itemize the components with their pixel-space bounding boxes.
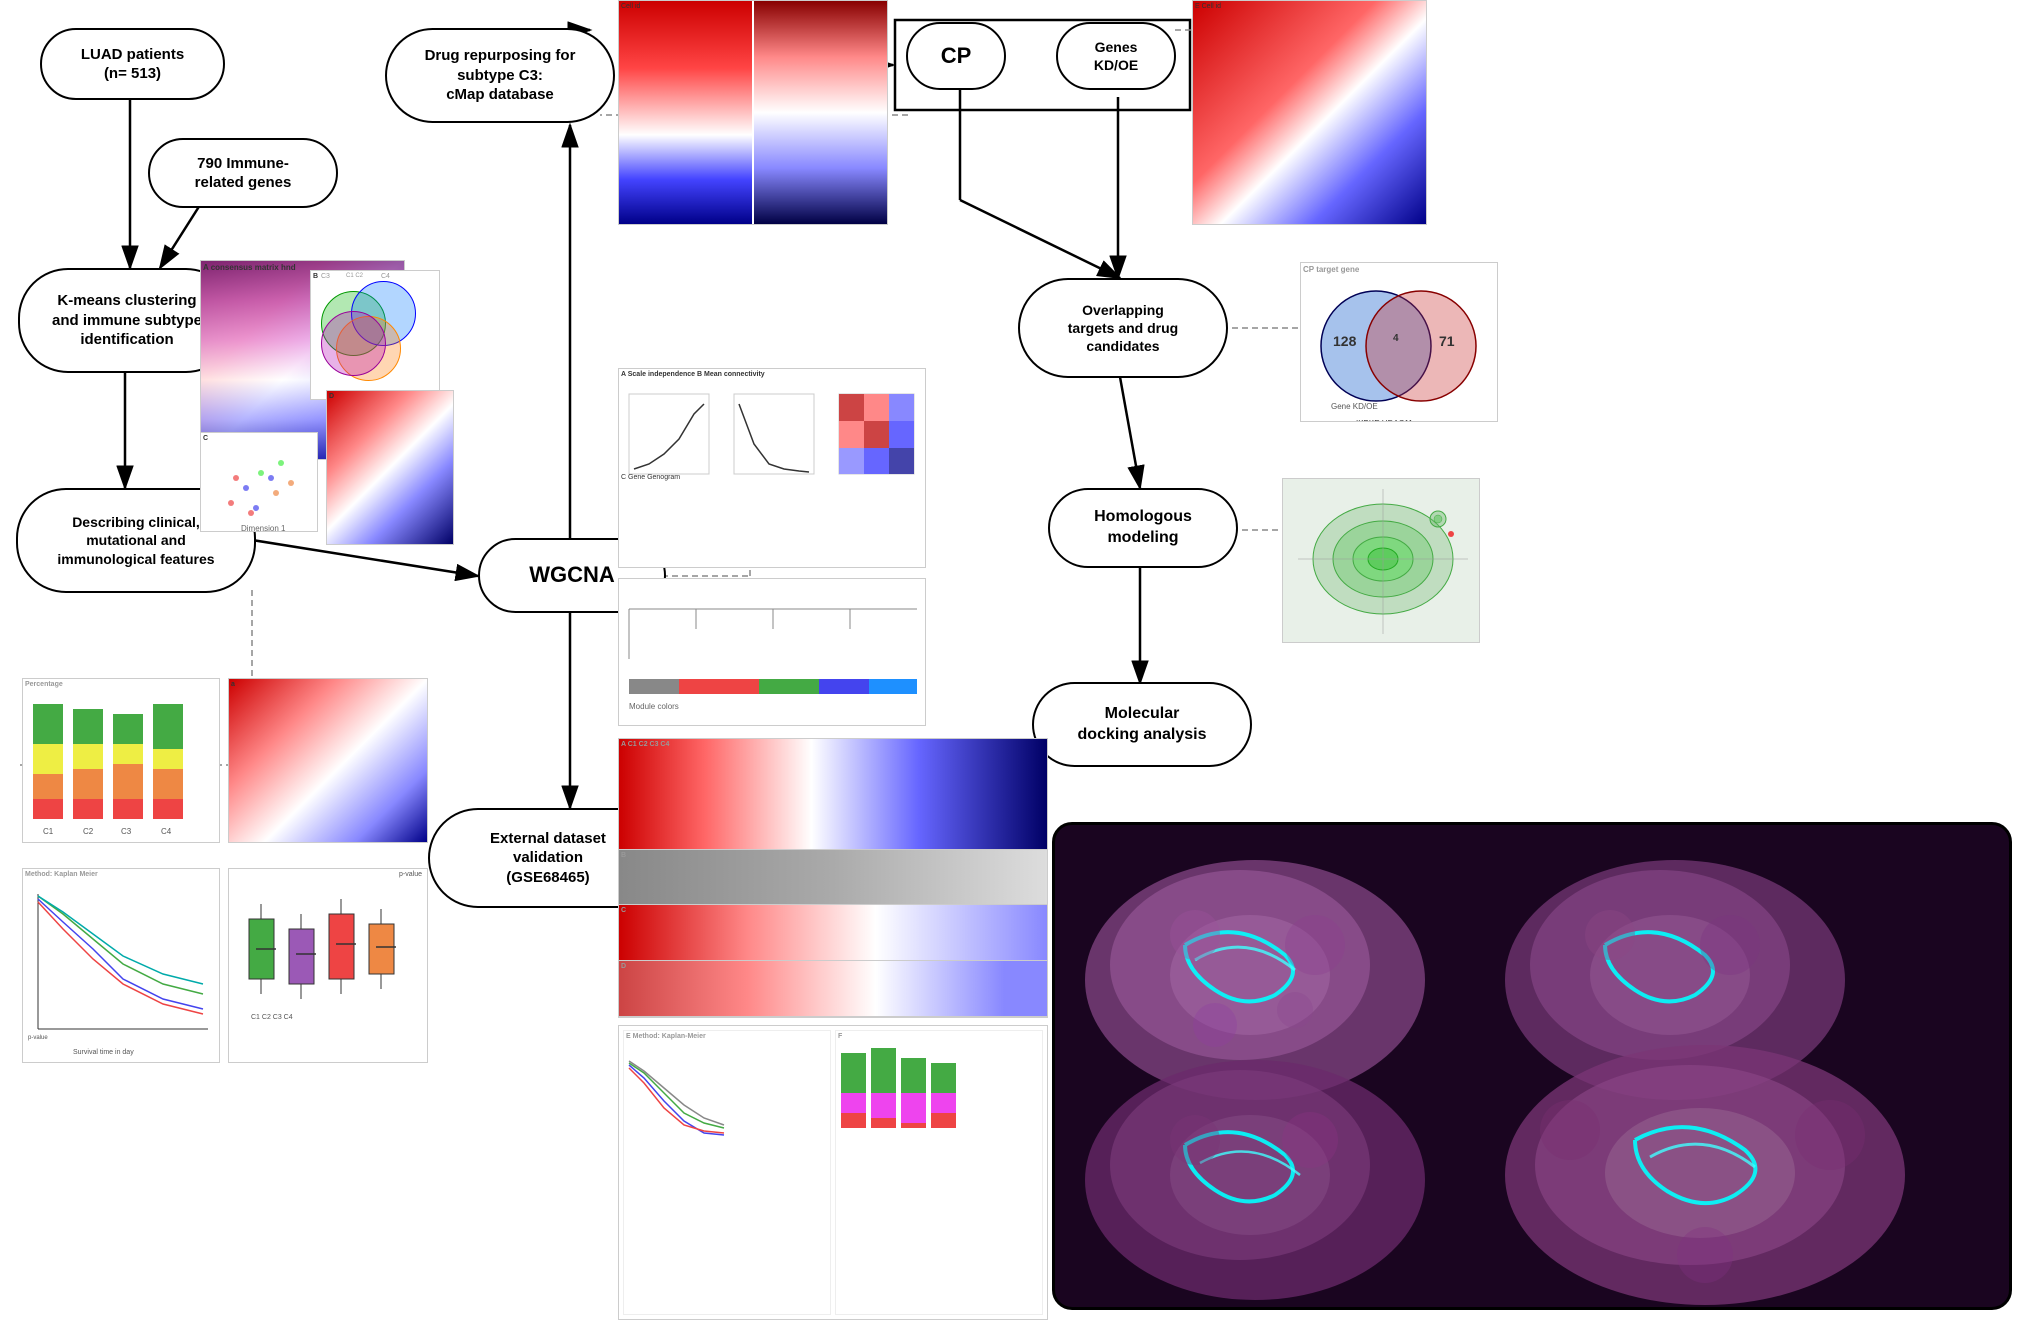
node-homologous-label: Homologousmodeling	[1094, 507, 1192, 549]
thumb-venn-kmeans: B C3 C4 C1 C2	[310, 270, 440, 400]
thumb-wgcna-heatmap: A C1 C2 C3 C4 B C D	[618, 738, 1048, 1018]
node-luad-label: LUAD patients(n= 513)	[81, 45, 184, 84]
thumb-venn-cp: CP target gene 128 4 71 IKBKE HDAC11 KDR…	[1300, 262, 1498, 422]
svg-text:p-value: p-value	[28, 1035, 48, 1041]
node-clinical-label: Describing clinical,mutational andimmuno…	[57, 513, 214, 568]
node-kmeans-label: K-means clusteringand immune subtypeiden…	[52, 291, 202, 350]
thumb-bar-charts: Percentage C1 C2 C3 C4	[22, 678, 220, 843]
svg-text:C3: C3	[121, 827, 132, 836]
svg-text:Survival time in day: Survival time in day	[73, 1049, 134, 1056]
node-immune-genes: 790 Immune-related genes	[148, 138, 338, 208]
node-drug-repurposing: Drug repurposing forsubtype C3:cMap data…	[385, 28, 615, 123]
diagram-container: LUAD patients(n= 513) 790 Immune-related…	[0, 0, 2040, 1339]
svg-text:Gene KD/OE: Gene KD/OE	[1331, 402, 1378, 411]
thumb-boxplots: C1 C2 C3 C4 p-value	[228, 868, 428, 1063]
svg-text:4: 4	[1393, 333, 1399, 344]
node-molecular-label: Moleculardocking analysis	[1078, 704, 1207, 746]
node-molecular-docking: Moleculardocking analysis	[1032, 682, 1252, 767]
svg-text:128: 128	[1333, 333, 1357, 349]
thumb-heatmap-e: E Cell id	[1192, 0, 1427, 225]
node-cp: CP	[906, 22, 1006, 90]
node-homologous: Homologousmodeling	[1048, 488, 1238, 568]
thumb-dose-response: A Scale independence B Mean connectivity…	[618, 368, 926, 568]
thumb-gene-dendrogram: Module colors	[618, 578, 926, 726]
mol-dock-image	[1052, 822, 2012, 1310]
svg-text:C1: C1	[43, 827, 54, 836]
node-luad: LUAD patients(n= 513)	[40, 28, 225, 100]
svg-text:IKBKE HDAC11: IKBKE HDAC11	[1356, 419, 1413, 422]
node-genes-kdoe: GenesKD/OE	[1056, 22, 1176, 90]
node-overlapping-label: Overlappingtargets and drugcandidates	[1068, 301, 1178, 356]
thumb-scatter-kmeans: C Dimension 1	[200, 432, 318, 532]
thumb-heatmap-d: D	[326, 390, 454, 545]
node-overlapping: Overlappingtargets and drugcandidates	[1018, 278, 1228, 378]
thumb-survival-km: Method: Kaplan Meier Survival time in da…	[22, 868, 220, 1063]
mol-dock-svg	[1055, 825, 2012, 1310]
thumb-survival-bottom: E Method: Kaplan-Meier F	[618, 1025, 1048, 1320]
node-genes-label: GenesKD/OE	[1094, 38, 1138, 74]
svg-text:Module colors: Module colors	[629, 702, 679, 711]
thumb-cmap-top: Cell id	[618, 0, 888, 225]
thumb-clinical-heatmap: a	[228, 678, 428, 843]
thumb-ramachandran	[1282, 478, 1480, 643]
svg-text:Dimension 1: Dimension 1	[241, 524, 286, 532]
node-cp-label: CP	[941, 42, 972, 71]
svg-text:C1 C2 C3 C4: C1 C2 C3 C4	[251, 1014, 293, 1021]
node-wgcna-label: WGCNA	[529, 561, 615, 590]
svg-text:C4: C4	[161, 827, 172, 836]
node-drug-label: Drug repurposing forsubtype C3:cMap data…	[425, 46, 576, 105]
svg-text:71: 71	[1439, 333, 1455, 349]
svg-text:C2: C2	[83, 827, 94, 836]
node-immune-genes-label: 790 Immune-related genes	[195, 154, 292, 193]
node-external-label: External datasetvalidation(GSE68465)	[490, 829, 606, 888]
